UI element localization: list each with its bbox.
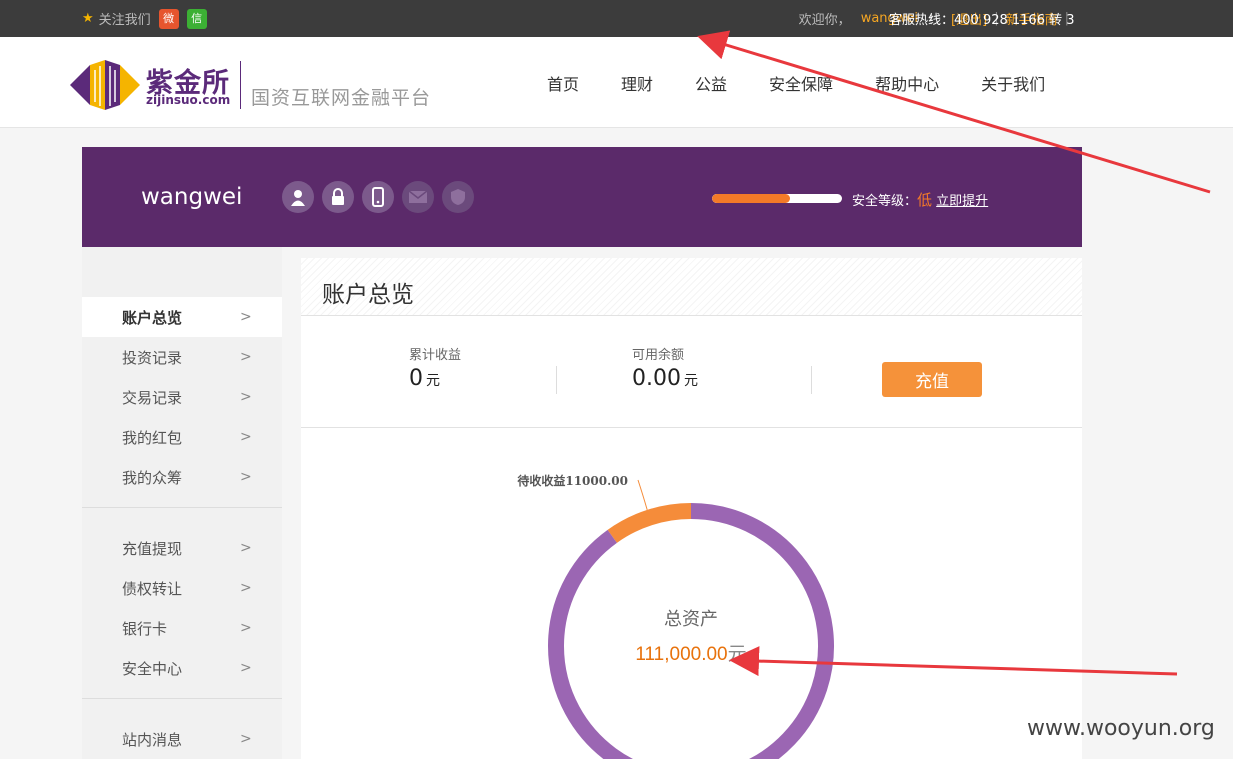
shield-badge-icon[interactable] [442,181,474,213]
account-banner: wangwei 安全等级：低 立即提升 [82,147,1082,247]
sidebar-item-trade-records[interactable]: 交易记录 > [82,377,282,417]
sidebar-item-bank-card[interactable]: 银行卡 > [82,608,282,648]
chevron-right-icon: > [240,429,252,445]
wechat-icon[interactable]: 信 [186,8,207,29]
security-level-bar [712,194,842,203]
chevron-right-icon: > [240,349,252,365]
stat-label: 可用余额 [632,348,685,363]
mail-badge-icon[interactable] [402,181,434,213]
nav-security[interactable]: 安全保障 [748,71,854,95]
stat-label: 累计收益 [409,348,462,363]
sidebar-item-label: 站内消息 [122,730,183,749]
stat-number: 0 [409,366,423,391]
chevron-right-icon: > [240,540,252,556]
slogan: 国资互联网金融平台 [251,87,432,109]
stat-divider [556,366,557,394]
recharge-button[interactable]: 充值 [882,362,982,397]
sidebar-item-label: 安全中心 [122,659,183,678]
welcome-text: 欢迎你， [798,13,851,28]
nav-help[interactable]: 帮助中心 [854,71,960,95]
slice-label: 待收收益11000.00 [517,473,628,488]
total-unit: 元 [728,644,747,665]
phone-badge-icon[interactable] [362,181,394,213]
sidebar-item-label: 我的红包 [122,428,183,447]
avatar-badge-icon[interactable] [282,181,314,213]
slice-pending-earnings [607,503,692,543]
sidebar-item-debt-transfer[interactable]: 债权转让 > [82,568,282,608]
sidebar-item-label: 债权转让 [122,579,183,598]
chevron-right-icon: > [240,580,252,596]
total-amount: 111,000.00 [635,644,727,665]
stat-value: 0元 [409,366,461,391]
nav-home[interactable]: 首页 [526,71,600,95]
top-bar: ★ 关注我们 微 信 欢迎你， wangwei ！ [退出] | 新手指南 | … [0,0,1233,37]
nav-charity[interactable]: 公益 [674,71,748,95]
chevron-right-icon: > [240,469,252,485]
chevron-right-icon: > [240,660,252,676]
chevron-right-icon: > [240,309,252,325]
sidebar-item-overview[interactable]: 账户总览 > [82,297,282,337]
sidebar-item-label: 我的众筹 [122,468,183,487]
chevron-right-icon: > [240,731,252,747]
sidebar-divider [82,507,282,508]
weibo-icon[interactable]: 微 [158,8,179,29]
chevron-right-icon: > [240,620,252,636]
security-level-fill [712,194,790,203]
sidebar-item-label: 投资记录 [122,348,183,367]
sidebar-divider [82,698,282,699]
main-panel: 账户总览 累计收益 0元 可用余额 0.00 元 充值 待收收益11000.00 … [301,258,1082,759]
stat-number: 0.00 [632,366,681,391]
slice-leader-line [637,479,648,511]
chevron-right-icon: > [240,389,252,405]
account-sidebar: 账户总览 > 投资记录 > 交易记录 > 我的红包 > 我的众筹 > 充值提现 > 债权转让… [82,247,282,759]
sidebar-item-crowdfunding[interactable]: 我的众筹 > [82,457,282,497]
sidebar-item-deposit-withdraw[interactable]: 充值提现 > [82,528,282,568]
sidebar-item-messages[interactable]: 站内消息 > [82,719,282,759]
sidebar-item-label: 交易记录 [122,388,183,407]
stat-total-earnings: 累计收益 0元 [409,344,461,391]
stat-available-balance: 可用余额 0.00 元 [632,344,698,391]
hotline: 客服热线：400 928 1166 转 3 [889,13,1075,28]
sidebar-item-label: 充值提现 [122,539,183,558]
site-header: 紫金所 zijinsuo.com 国资互联网金融平台 首页 理财 公益 安全保障… [0,37,1233,128]
slice-other-assets [548,503,834,759]
total-assets-value: 111,000.00元 [635,644,746,665]
security-level: 安全等级：低 立即提升 [852,189,988,210]
security-level-value: 低 [917,191,933,209]
sidebar-item-label: 账户总览 [122,308,183,327]
logo-icon[interactable] [70,60,140,110]
security-label: 安全等级： [852,194,918,209]
center-label: 总资产 [664,609,718,629]
nav-invest[interactable]: 理财 [600,71,674,95]
lock-badge-icon[interactable] [322,181,354,213]
stat-unit: 元 [683,373,698,389]
sidebar-item-red-packets[interactable]: 我的红包 > [82,417,282,457]
follow-us: ★ 关注我们 微 信 [82,0,207,37]
upgrade-link[interactable]: 立即提升 [936,194,988,209]
star-icon: ★ [82,11,94,26]
stat-divider [811,366,812,394]
sidebar-item-invest-records[interactable]: 投资记录 > [82,337,282,377]
watermark: www.wooyun.org [1027,716,1215,741]
logo-divider [240,61,241,109]
sidebar-item-security-center[interactable]: 安全中心 > [82,648,282,688]
stat-unit: 元 [426,373,440,389]
stat-value: 0.00 元 [632,366,698,391]
page-title: 账户总览 [322,282,414,308]
main-nav: 首页 理财 公益 安全保障 帮助中心 关于我们 [526,37,1066,128]
asset-donut-chart: 待收收益11000.00 总资产 111,000.00元 [517,473,834,759]
security-badges [282,181,474,213]
sidebar-item-label: 银行卡 [122,619,168,638]
logo-domain: zijinsuo.com [146,93,231,107]
nav-about[interactable]: 关于我们 [960,71,1066,95]
follow-label: 关注我们 [98,13,151,28]
title-area: 账户总览 [301,258,1082,316]
banner-username: wangwei [141,184,243,210]
